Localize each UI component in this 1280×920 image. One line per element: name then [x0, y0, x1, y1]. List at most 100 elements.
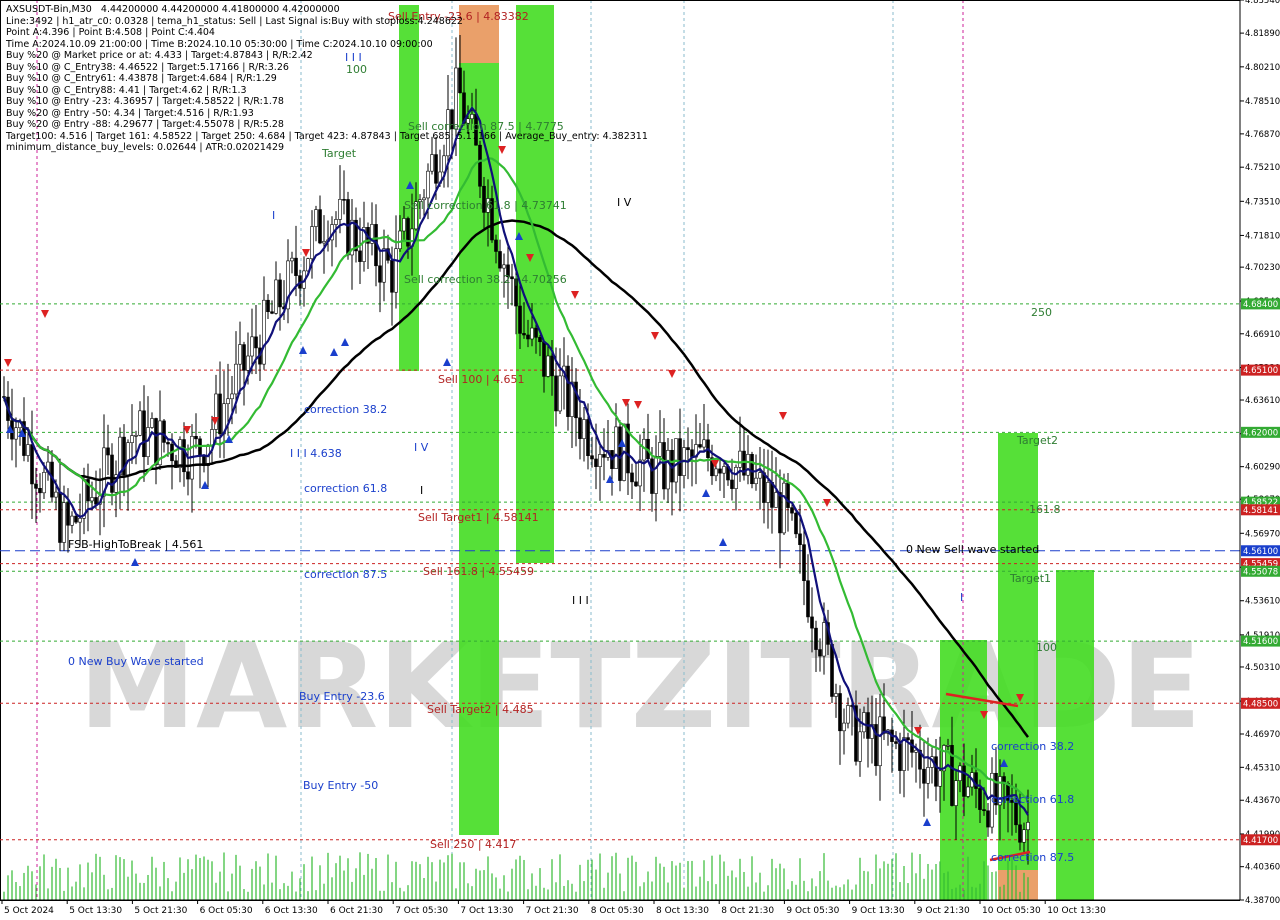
candle-body — [198, 438, 202, 457]
candle-body — [566, 365, 570, 417]
candle-body — [894, 741, 898, 744]
candle-body — [594, 458, 598, 467]
candle-body — [786, 482, 790, 508]
candle-body — [754, 477, 758, 485]
candle-body — [766, 482, 770, 503]
info-line: Line:3492 | h1_atr_c0: 0.0328 | tema_h1_… — [6, 15, 463, 27]
price-tick-label: 4.38700 — [1245, 896, 1280, 906]
candle-body — [522, 333, 526, 336]
price-level-badge-label: 4.51600 — [1243, 637, 1278, 647]
candle-body — [294, 257, 298, 276]
candle-body — [78, 517, 82, 523]
chart-annotation: correction 61.8 — [304, 482, 387, 495]
info-line: minimum_distance_buy_levels: 0.02644 | A… — [6, 142, 285, 153]
chart-annotation: FSB-HighToBreak | 4.561 — [68, 538, 203, 551]
candle-body — [586, 419, 590, 457]
chart-annotation: 100 — [1036, 641, 1057, 654]
candle-body — [1026, 822, 1030, 831]
candle-body — [810, 616, 814, 629]
candle-body — [126, 442, 130, 476]
candle-body — [946, 745, 950, 747]
candle-body — [746, 454, 750, 476]
candle-body — [922, 768, 926, 784]
time-tick-label: 9 Oct 13:30 — [852, 906, 905, 916]
candle-body — [846, 705, 850, 724]
candle-body — [94, 497, 98, 505]
candle-body — [730, 479, 734, 489]
candle-body — [398, 230, 402, 250]
candle-body — [146, 427, 150, 458]
candle-body — [314, 209, 318, 227]
candle-body — [962, 765, 966, 797]
info-line: Buy %10 @ C_Entry88: 4.41 | Target:4.62 … — [6, 84, 247, 96]
price-tick-label: 4.75210 — [1245, 163, 1280, 173]
chart-annotation: correction 87.5 — [304, 568, 387, 581]
candle-body — [650, 458, 654, 494]
price-tick-label: 4.70230 — [1245, 263, 1280, 273]
candle-body — [858, 731, 862, 762]
buy-arrow-icon — [702, 489, 710, 497]
candle-body — [678, 438, 682, 476]
chart-annotation: I — [960, 591, 963, 604]
price-tick-label: 4.81890 — [1245, 29, 1280, 39]
price-tick-label: 4.46970 — [1245, 730, 1280, 740]
sell-arrow-icon — [622, 399, 630, 407]
info-line: Buy %10 @ C_Entry38: 4.46522 | Target:5.… — [6, 61, 289, 73]
candle-body — [246, 355, 250, 371]
price-tick-label: 4.83540 — [1245, 0, 1280, 6]
buy-arrow-icon — [606, 475, 614, 483]
candle-body — [582, 419, 586, 439]
candle-body — [150, 418, 154, 428]
candle-body — [834, 693, 838, 697]
candle-body — [934, 756, 938, 787]
time-tick-label: 6 Oct 05:30 — [200, 906, 253, 916]
candle-body — [658, 442, 662, 457]
candle-body — [638, 459, 642, 487]
candle-body — [702, 439, 706, 448]
price-tick-label: 4.73510 — [1245, 197, 1280, 207]
candle-body — [426, 170, 430, 199]
buy-arrow-icon — [131, 558, 139, 566]
candle-body — [614, 426, 618, 469]
candle-body — [394, 248, 398, 293]
buy-arrow-icon — [341, 338, 349, 346]
chart-annotation: correction 38.2 — [304, 403, 387, 416]
candle-body — [14, 427, 18, 440]
candle-body — [262, 299, 266, 365]
candle-body — [902, 737, 906, 771]
chart-annotation: Buy Entry -23.6 — [299, 690, 385, 703]
candle-body — [578, 417, 582, 439]
candle-body — [178, 439, 182, 468]
candle-body — [382, 248, 386, 283]
candle-body — [74, 515, 78, 523]
candle-body — [758, 472, 762, 479]
price-tick-label: 4.71810 — [1245, 231, 1280, 241]
sell-arrow-icon — [302, 249, 310, 257]
price-tick-label: 4.50310 — [1245, 663, 1280, 673]
time-tick-label: 5 Oct 2024 — [4, 906, 54, 916]
candle-body — [42, 472, 46, 494]
sell-arrow-icon — [4, 359, 12, 367]
chart-annotation: Sell 250 | 4.417 — [430, 838, 517, 851]
candle-body — [558, 375, 562, 412]
candle-body — [530, 327, 534, 340]
candle-body — [494, 239, 498, 252]
chart-annotation: 0 New Sell wave started — [906, 543, 1039, 556]
price-level-badge-label: 4.41700 — [1243, 836, 1278, 846]
info-line: Buy %20 @ Entry -50: 4.34 | Target:4.516… — [6, 107, 254, 119]
candle-body — [142, 410, 146, 458]
candle-body — [906, 737, 910, 741]
candle-body — [666, 449, 670, 490]
candle-body — [502, 264, 506, 269]
chart-annotation: Sell 161.8 | 4.55459 — [423, 565, 534, 578]
price-tick-label: 4.63610 — [1245, 396, 1280, 406]
chart-annotation: I V — [617, 196, 632, 209]
candle-body — [534, 327, 538, 338]
chart-annotation: correction 38.2 — [991, 740, 1074, 753]
candle-body — [554, 375, 558, 412]
candle-body — [66, 502, 70, 526]
price-tick-label: 4.78510 — [1245, 97, 1280, 107]
time-tick-label: 7 Oct 21:30 — [526, 906, 579, 916]
sell-arrow-icon — [634, 401, 642, 409]
price-level-badge-label: 4.48500 — [1243, 699, 1278, 709]
